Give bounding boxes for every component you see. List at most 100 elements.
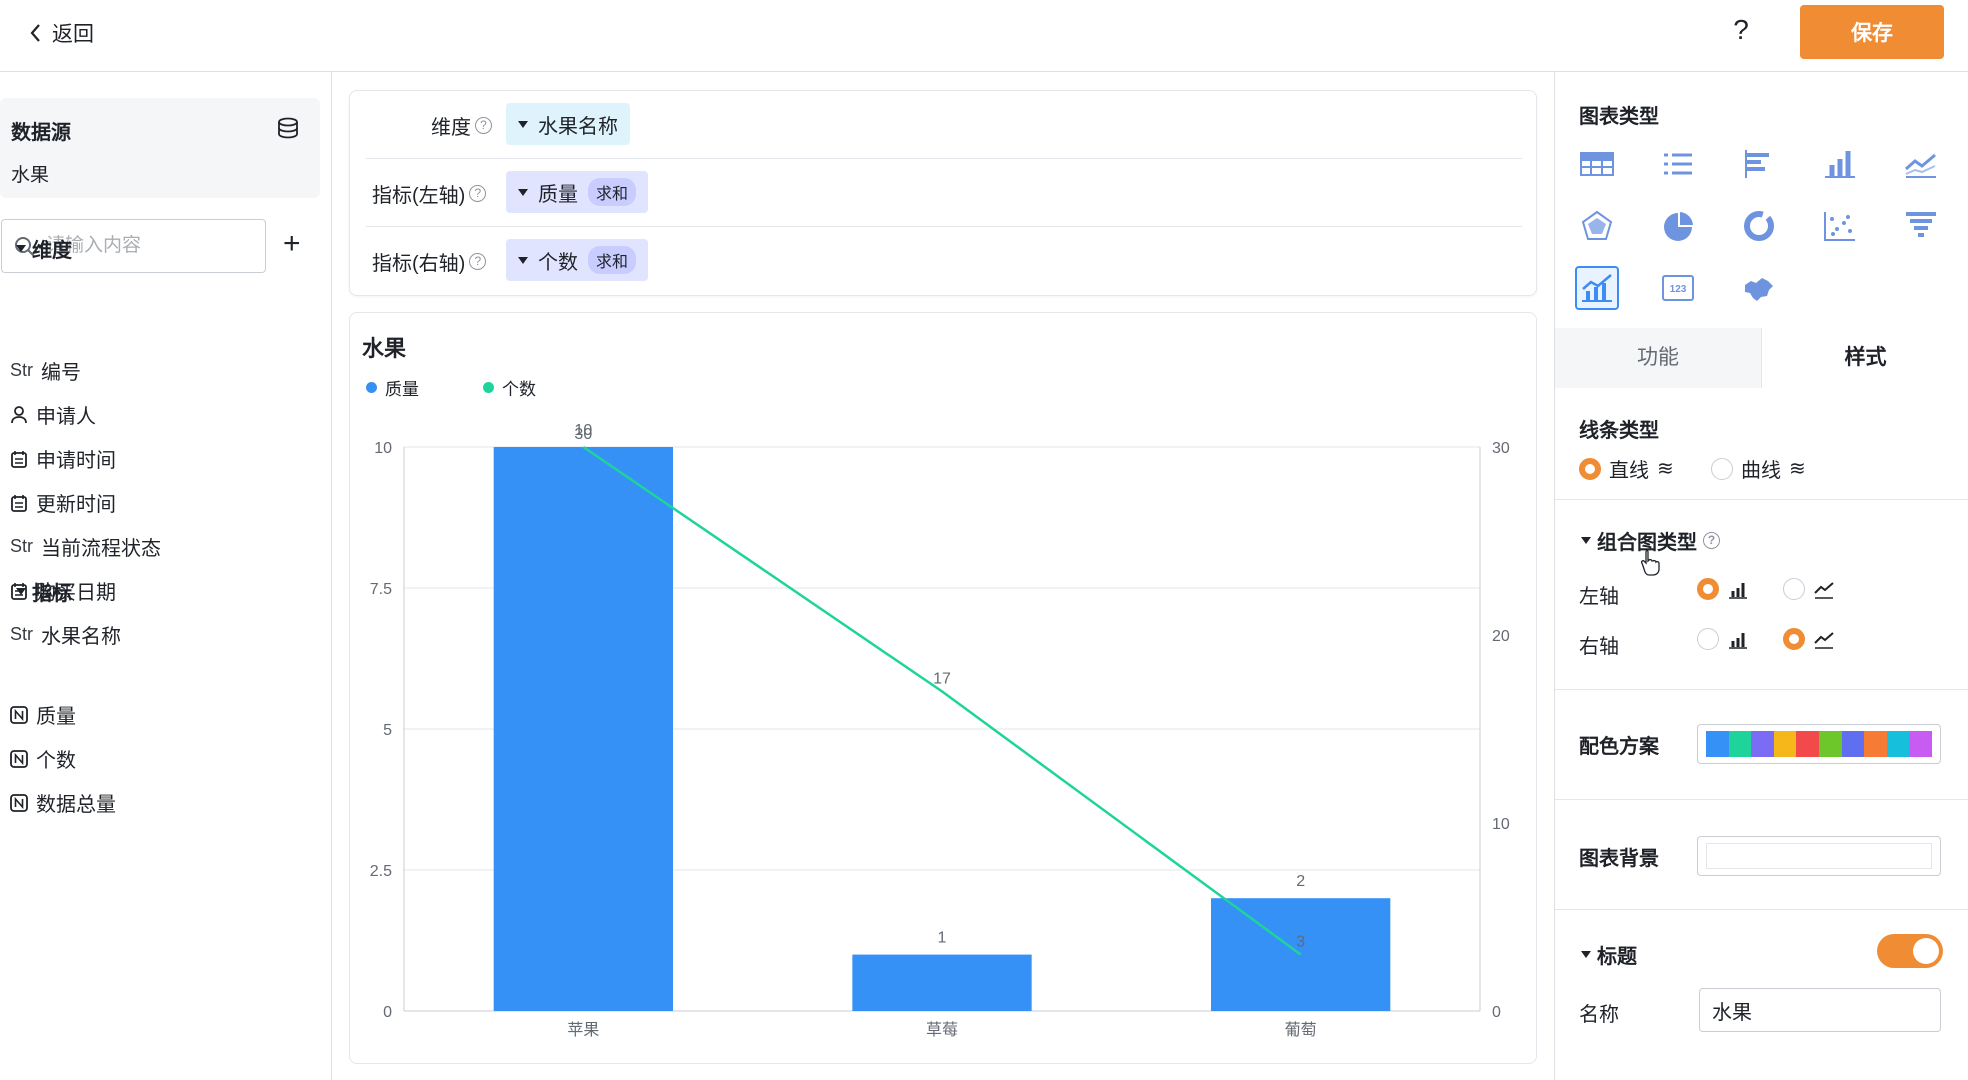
field-item[interactable]: 更新时间: [10, 488, 116, 517]
field-label: 更新时间: [36, 494, 116, 516]
tab-style[interactable]: 样式: [1762, 328, 1968, 388]
color-scheme-picker[interactable]: [1697, 724, 1941, 764]
line-straight-option[interactable]: 直线 ≋: [1579, 454, 1674, 483]
number-card-icon[interactable]: 123: [1656, 266, 1700, 310]
dimension-label-text: 维度: [431, 117, 471, 139]
number-icon: [10, 705, 28, 724]
right-metric-chip[interactable]: 个数 求和: [506, 239, 649, 281]
name-label: 名称: [1579, 1004, 1619, 1026]
field-item[interactable]: 申请时间: [10, 444, 116, 473]
bar-icon[interactable]: [1818, 142, 1862, 186]
pie-icon[interactable]: [1656, 204, 1700, 248]
bar: [852, 954, 1032, 1011]
help-circle-icon[interactable]: ?: [469, 185, 487, 202]
radio-checked[interactable]: [1579, 457, 1601, 480]
horizontal-bar-icon[interactable]: [1737, 142, 1781, 186]
field-item[interactable]: Str 当前流程状态: [10, 532, 161, 561]
dimension-row: 维度? 水果名称: [366, 91, 1522, 159]
calendar-icon: [11, 494, 27, 512]
title-section-header[interactable]: 标题: [1581, 940, 1637, 969]
datasource-title: 数据源: [11, 122, 71, 144]
string-icon: Str: [10, 536, 34, 556]
donut-icon[interactable]: [1737, 204, 1781, 248]
background-picker[interactable]: [1697, 836, 1941, 876]
settings-panel: 图表类型 123 功能 样式 线条类型 直线 ≋ 曲线 ≋ 组合图类型? 左轴 右轴…: [1554, 72, 1968, 1080]
field-item[interactable]: Str 水果名称: [10, 620, 121, 649]
radio-unchecked[interactable]: [1711, 457, 1733, 480]
left-metric-chip-label: 质量: [538, 183, 578, 206]
hand-cursor-icon: [1640, 549, 1660, 576]
left-metric-chip[interactable]: 质量 求和: [506, 171, 649, 213]
field-item[interactable]: 个数: [10, 744, 76, 773]
string-icon: Str: [10, 360, 34, 380]
title-toggle[interactable]: [1877, 934, 1943, 968]
number-icon: [10, 749, 28, 768]
y-right-tick-label: 10: [1492, 816, 1510, 833]
radio-unchecked[interactable]: [1783, 578, 1805, 600]
line-icon[interactable]: [1899, 142, 1943, 186]
bar-data-label: 1: [938, 930, 947, 947]
map-icon[interactable]: [1737, 266, 1781, 310]
right-axis-bar-option[interactable]: [1697, 628, 1749, 650]
field-item[interactable]: 申请人: [10, 400, 96, 429]
wave-icon: ≋: [1789, 458, 1806, 480]
table-icon[interactable]: [1575, 142, 1619, 186]
background-label: 图表背景: [1579, 848, 1659, 870]
line-data-label: 30: [574, 426, 592, 443]
funnel-icon[interactable]: [1899, 204, 1943, 248]
field-item[interactable]: 质量: [10, 700, 76, 729]
y-left-tick-label: 7.5: [370, 581, 392, 598]
dimensions-group-header[interactable]: 维度: [16, 234, 72, 263]
back-button[interactable]: 返回: [28, 18, 94, 48]
wave-icon: ≋: [1657, 458, 1674, 480]
tab-function[interactable]: 功能: [1555, 328, 1762, 388]
left-axis-bar-option[interactable]: [1697, 578, 1749, 600]
x-tick-label: 草莓: [926, 1021, 958, 1039]
list-icon[interactable]: [1656, 142, 1700, 186]
field-label: 质量: [36, 706, 76, 728]
search-input[interactable]: [46, 230, 256, 262]
aggregation-badge[interactable]: 求和: [588, 246, 637, 274]
field-item[interactable]: 数据总量: [10, 788, 116, 817]
y-left-tick-label: 5: [383, 722, 392, 739]
metrics-group-header[interactable]: 指标: [16, 577, 72, 606]
combo-chart-icon[interactable]: [1575, 266, 1619, 310]
aggregation-badge[interactable]: 求和: [588, 178, 637, 206]
add-field-button[interactable]: +: [283, 229, 301, 259]
left-axis-label: 左轴: [1579, 586, 1619, 608]
line-curve-label: 曲线: [1741, 460, 1781, 482]
name-input[interactable]: [1699, 988, 1941, 1032]
help-circle-icon[interactable]: ?: [475, 117, 492, 134]
caret-down-icon: [16, 588, 26, 595]
right-metric-label-text: 指标(右轴): [372, 253, 466, 275]
radio-checked[interactable]: [1697, 578, 1719, 600]
radar-icon[interactable]: [1575, 204, 1619, 248]
caret-down-icon[interactable]: [518, 256, 528, 264]
scatter-icon[interactable]: [1818, 204, 1862, 248]
radio-checked[interactable]: [1783, 628, 1805, 650]
field-item[interactable]: Str 编号: [10, 356, 81, 385]
radio-unchecked[interactable]: [1697, 628, 1719, 650]
datasource-name[interactable]: 水果: [11, 160, 49, 187]
database-icon[interactable]: [276, 116, 300, 140]
help-circle-icon[interactable]: ?: [469, 253, 487, 270]
calendar-icon: [11, 450, 27, 468]
dimensions-title: 维度: [32, 240, 72, 262]
background-swatch: [1706, 843, 1932, 869]
y-left-tick-label: 2.5: [370, 863, 392, 880]
field-label: 当前流程状态: [41, 538, 162, 560]
caret-down-icon[interactable]: [518, 188, 528, 196]
line-curve-option[interactable]: 曲线 ≋: [1711, 454, 1806, 483]
right-axis-line-option[interactable]: [1783, 628, 1835, 650]
help-circle-icon[interactable]: ?: [1703, 532, 1720, 549]
help-icon[interactable]: ?: [1726, 14, 1756, 46]
bar-data-label: 2: [1296, 873, 1305, 890]
field-label: 水果名称: [41, 626, 122, 648]
line-series: [582, 445, 1302, 956]
left-axis-line-option[interactable]: [1783, 578, 1835, 600]
save-button[interactable]: 保存: [1800, 5, 1944, 59]
caret-down-icon[interactable]: [518, 120, 528, 128]
dimension-chip[interactable]: 水果名称: [506, 103, 630, 145]
caret-down-icon: [16, 245, 26, 252]
field-label: 数据总量: [36, 794, 116, 816]
